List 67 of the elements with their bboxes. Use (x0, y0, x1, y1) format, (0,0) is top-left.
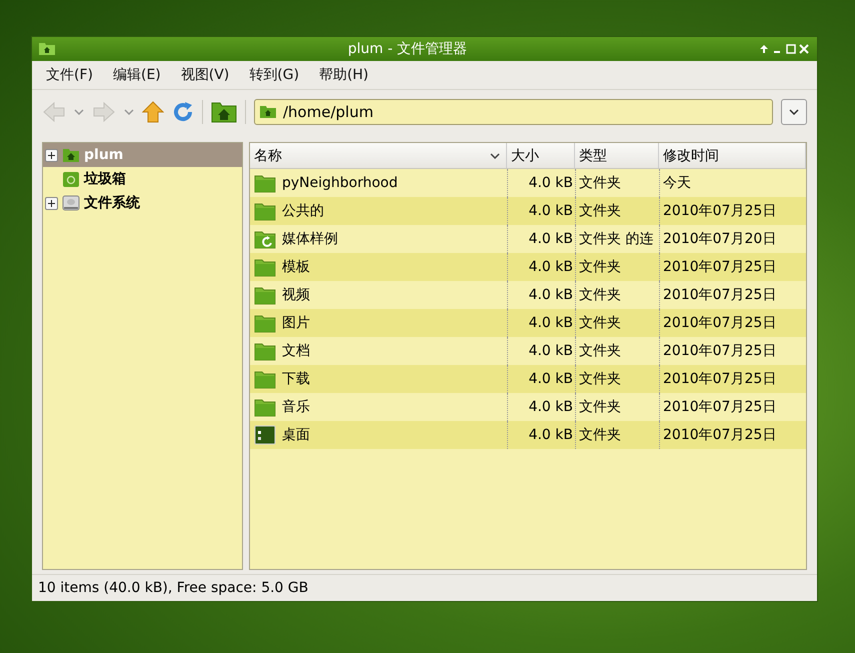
table-cell: 2010年07月25日 (659, 421, 806, 449)
table-cell: 媒体样例 (250, 229, 507, 249)
folder-icon (254, 173, 276, 193)
table-cell: 桌面 (250, 425, 507, 445)
column-header[interactable]: 修改时间 (659, 143, 806, 168)
sidebar-item[interactable]: 文件系统 (43, 191, 242, 215)
expander-icon[interactable] (45, 148, 58, 162)
desktop-icon (254, 425, 276, 445)
table-cell: 文件夹 (575, 365, 659, 393)
drive-icon (62, 194, 80, 212)
caret-icon[interactable] (74, 109, 84, 115)
table-cell: 4.0 kB (507, 365, 575, 393)
home-folder-icon (259, 105, 277, 119)
caret-icon[interactable] (124, 109, 134, 115)
table-cell: 文件夹 (575, 253, 659, 281)
menu-item[interactable]: 视图(V) (172, 64, 238, 86)
table-cell: 图片 (250, 313, 507, 333)
table-cell: 2010年07月25日 (659, 253, 806, 281)
column-header[interactable]: 大小 (507, 143, 575, 168)
table-cell: 模板 (250, 257, 507, 277)
caret-icon (789, 109, 799, 115)
folder-icon (254, 201, 276, 221)
folder-icon (254, 397, 276, 417)
table-cell: 4.0 kB (507, 309, 575, 337)
close-icon[interactable] (797, 44, 811, 54)
expander-icon[interactable] (45, 196, 58, 210)
table-cell: 4.0 kB (507, 253, 575, 281)
location-field[interactable]: /home/plum (254, 99, 773, 125)
menu-item[interactable]: 转到(G) (241, 64, 308, 86)
menu-item[interactable]: 文件(F) (38, 64, 101, 86)
home-folder-icon (62, 147, 80, 163)
folder-icon (254, 369, 276, 389)
trash-icon (62, 170, 80, 188)
status-text: 10 items (40.0 kB), Free space: 5.0 GB (38, 580, 308, 596)
table-cell: 文件夹 (575, 421, 659, 449)
table-cell: 2010年07月25日 (659, 365, 806, 393)
column-header[interactable]: 名称 (250, 143, 507, 168)
folder-icon (254, 313, 276, 333)
table-cell: 文件夹 (575, 197, 659, 225)
table-cell: 4.0 kB (507, 197, 575, 225)
menu-item[interactable]: 帮助(H) (311, 64, 377, 86)
column-header[interactable]: 类型 (575, 143, 659, 168)
table-cell: 2010年07月25日 (659, 309, 806, 337)
folder-icon (254, 257, 276, 277)
home-folder-icon[interactable] (211, 101, 237, 123)
table-cell: 公共的 (250, 201, 507, 221)
folder-icon (254, 285, 276, 305)
folder-link-icon (254, 229, 276, 249)
table-cell: 文档 (250, 341, 507, 361)
window-title: plum - 文件管理器 (346, 40, 468, 58)
refresh-icon[interactable] (172, 101, 194, 123)
folder-icon (254, 341, 276, 361)
table-cell: 音乐 (250, 397, 507, 417)
table-cell: pyNeighborhood (250, 173, 507, 193)
sort-caret-icon[interactable] (490, 152, 500, 158)
table-cell: 2010年07月25日 (659, 197, 806, 225)
dropdown-button[interactable] (781, 99, 807, 125)
maximize-icon[interactable] (785, 44, 797, 54)
table-cell: 4.0 kB (507, 421, 575, 449)
arrow-up-icon[interactable] (759, 44, 769, 54)
menu-item[interactable]: 编辑(E) (104, 64, 169, 86)
table-cell: 视频 (250, 285, 507, 305)
up-arrow-icon[interactable] (142, 101, 164, 123)
sidebar-item[interactable]: 垃圾箱 (43, 167, 242, 191)
home-folder-icon (38, 42, 56, 56)
table-cell: 文件夹 (575, 309, 659, 337)
table-cell: 下载 (250, 369, 507, 389)
